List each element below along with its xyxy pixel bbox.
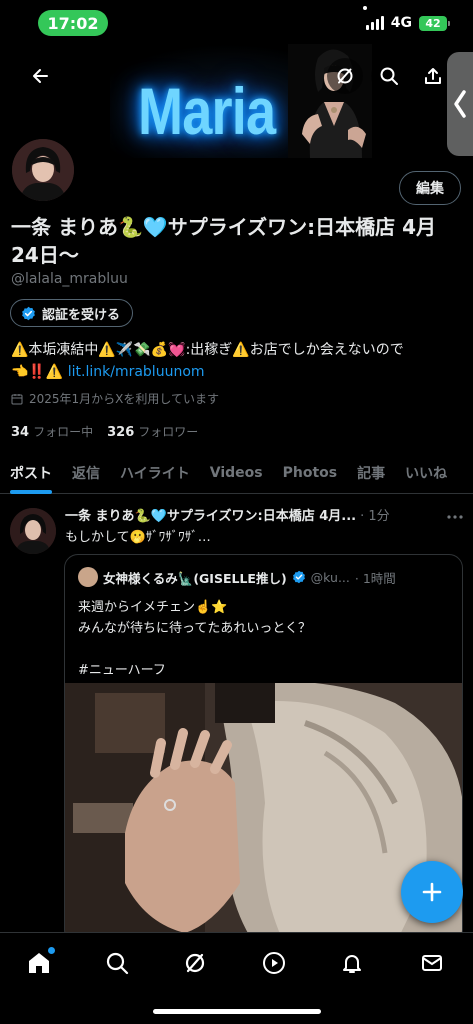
quoted-post-header: 女神様くるみ🗽(GISELLE推し) @ku... · 1時間	[78, 567, 453, 587]
compose-button[interactable]	[401, 861, 463, 923]
banner-title: Maria	[138, 74, 276, 148]
profile-tabs: ポスト 返信 ハイライト Videos Photos 記事 いいね	[0, 452, 473, 494]
signal-icon	[365, 16, 384, 30]
nav-home[interactable]	[21, 945, 57, 981]
nav-notifications[interactable]	[334, 945, 370, 981]
search-icon	[380, 67, 398, 85]
post-text: もしかして🫢ｻﾞﾜｻﾞﾜｻﾞ…	[65, 530, 211, 545]
status-time: 17:02	[38, 10, 108, 36]
tab-articles[interactable]: 記事	[347, 452, 395, 494]
privacy-dot	[363, 6, 367, 10]
edit-profile-button[interactable]: 編集	[399, 171, 461, 205]
following-label: フォロー中	[33, 425, 94, 439]
search-icon	[106, 952, 129, 975]
profile-bio: ⚠️本垢凍結中⚠️✈️💸💰💓:出稼ぎ⚠️お店でしか会えないので 👈‼️⚠️ li…	[11, 339, 461, 383]
profile-name: 一条 まりあ🐍🩵サプライズワン:日本橋店 4月24日～	[11, 215, 437, 267]
grok-button[interactable]	[327, 58, 363, 94]
chevron-left-icon	[454, 90, 466, 118]
bottom-navigation	[0, 932, 473, 1024]
status-bar: 17:02 4G 42	[0, 0, 473, 46]
quoted-post-time: · 1時間	[354, 570, 396, 586]
notification-dot	[48, 947, 55, 954]
battery-icon: 42	[419, 15, 450, 31]
profile-handle: @lalala_mrabluu	[11, 271, 128, 287]
home-indicator	[153, 1009, 321, 1014]
quoted-post-text: 来週からイメチェン☝️⭐️ みんなが待ちに待ってたあれいっとく？ #ニューハーフ	[78, 597, 311, 681]
joined-label: 2025年1月からXを利用しています	[29, 392, 220, 406]
post-header: 一条 まりあ🐍🩵サプライズワン:日本橋店 4月... · 1分	[65, 505, 463, 524]
get-verified-label: 認証を受ける	[42, 307, 121, 323]
verified-badge-icon	[292, 570, 305, 584]
follow-stats: 34 フォロー中 326 フォロワー	[11, 423, 198, 440]
play-circle-icon	[263, 952, 285, 974]
tab-replies[interactable]: 返信	[62, 452, 110, 494]
verified-badge-icon	[22, 306, 35, 320]
post-more-button[interactable]	[447, 507, 463, 523]
quoted-line-1: 来週からイメチェン☝️⭐️	[78, 600, 228, 615]
post-author-avatar[interactable]	[10, 508, 56, 554]
post-avatar-image	[10, 508, 56, 554]
quoted-author-avatar	[78, 567, 98, 587]
banner-figure-image	[288, 44, 372, 158]
tab-highlights[interactable]: ハイライト	[110, 452, 200, 494]
grok-icon	[337, 68, 353, 84]
tab-likes[interactable]: いいね	[395, 452, 457, 494]
status-indicators: 4G 42	[365, 15, 450, 31]
avatar-image	[12, 139, 74, 201]
home-icon	[29, 953, 49, 973]
grok-icon	[185, 953, 205, 973]
mail-icon	[422, 955, 442, 971]
plus-icon	[422, 882, 442, 902]
share-button[interactable]	[415, 58, 451, 94]
more-horizontal-icon	[447, 514, 463, 519]
following-link[interactable]: 34 フォロー中	[11, 423, 93, 440]
nav-messages[interactable]	[414, 945, 450, 981]
network-label: 4G	[390, 15, 412, 31]
quoted-author-handle: @ku...	[310, 569, 350, 585]
quoted-author-name: 女神様くるみ🗽(GISELLE推し)	[103, 570, 287, 586]
battery-level: 42	[425, 16, 441, 30]
quoted-line-2: みんなが待ちに待ってたあれいっとく？	[78, 621, 311, 636]
profile-avatar[interactable]	[9, 136, 77, 204]
tab-videos[interactable]: Videos	[200, 452, 273, 494]
tab-posts[interactable]: ポスト	[0, 452, 62, 494]
nav-search[interactable]	[99, 945, 135, 981]
nav-video[interactable]	[256, 945, 292, 981]
nav-grok[interactable]	[177, 945, 213, 981]
back-button[interactable]	[22, 58, 58, 94]
followers-link[interactable]: 326 フォロワー	[107, 423, 198, 440]
back-arrow-icon	[33, 69, 48, 83]
quoted-hashtag[interactable]: #ニューハーフ	[78, 660, 311, 681]
search-button[interactable]	[371, 58, 407, 94]
tab-photos[interactable]: Photos	[273, 452, 348, 494]
bio-link[interactable]: lit.link/mrabluunom	[68, 364, 205, 380]
post-time: · 1分	[360, 509, 390, 524]
followers-count: 326	[107, 425, 135, 440]
share-icon	[425, 68, 441, 84]
bell-icon	[343, 955, 361, 973]
following-count: 34	[11, 425, 30, 440]
followers-label: フォロワー	[138, 425, 199, 439]
bio-line-1: ⚠️本垢凍結中⚠️✈️💸💰💓:出稼ぎ⚠️お店でしか会えないので	[11, 342, 404, 358]
get-verified-button[interactable]: 認証を受ける	[10, 299, 134, 327]
calendar-icon	[11, 393, 23, 404]
side-panel-handle[interactable]	[447, 52, 473, 156]
bio-line-2: 👈‼️⚠️	[11, 364, 68, 380]
joined-date: 2025年1月からXを利用しています	[11, 390, 219, 407]
post-author-name[interactable]: 一条 まりあ🐍🩵サプライズワン:日本橋店 4月...	[65, 505, 356, 524]
